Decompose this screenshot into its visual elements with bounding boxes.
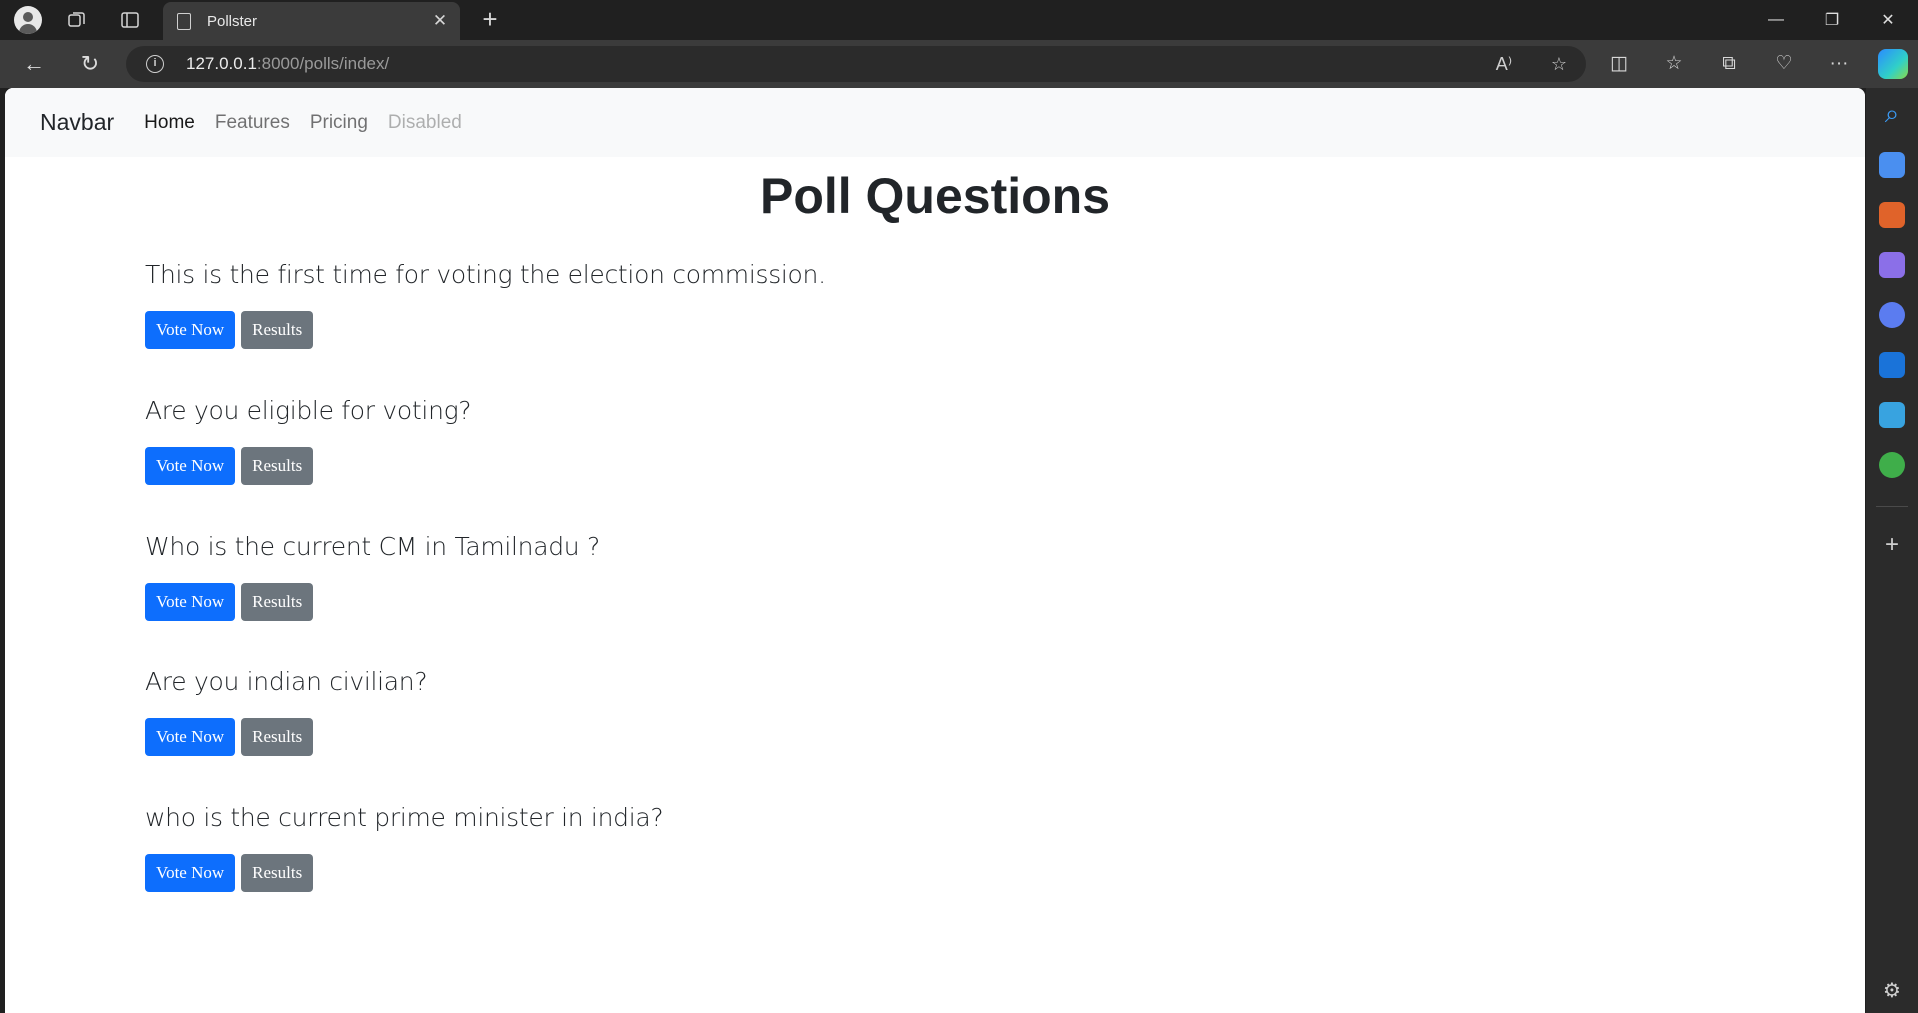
poll-question: Are you eligible for voting? [145,396,472,425]
vote-now-button[interactable]: Vote Now [145,854,236,892]
sidebar-settings-icon[interactable]: ⚙ [1879,978,1905,1004]
collections-icon[interactable]: ⧉ [1715,50,1743,78]
minimize-button[interactable]: — [1748,0,1804,40]
browser-title-bar: Pollster ✕ + — ❐ ✕ [0,0,1918,40]
browser-toolbar: ← ↻ i 127.0.0.1:8000/polls/index/ A⁾ ☆ ◫… [0,40,1918,88]
nav-link-disabled: Disabled [387,111,462,133]
url-path: :8000/polls/index/ [256,54,390,73]
poll-item: who is the current prime minister in ind… [145,803,1045,892]
read-aloud-icon[interactable]: A⁾ [1492,52,1516,76]
tab-title: Pollster [207,12,258,30]
vertical-tabs-icon[interactable] [114,6,146,34]
page-title: Poll Questions [759,168,1111,224]
tools-icon[interactable] [1879,202,1905,228]
url-host: 127.0.0.1 [186,54,257,73]
outlook-icon[interactable] [1879,352,1905,378]
nav-link-features[interactable]: Features [215,112,290,134]
page-viewport: Navbar Home Features Pricing Disabled Po… [5,88,1865,1013]
site-navbar: Navbar Home Features Pricing Disabled [5,88,1865,157]
copilot-app-icon[interactable] [1879,302,1905,328]
results-button[interactable]: Results [241,311,314,349]
copilot-icon[interactable] [1878,49,1908,79]
poll-question: Are you indian civilian? [145,667,428,696]
vote-now-button[interactable]: Vote Now [145,583,236,621]
workspaces-icon[interactable] [61,6,93,34]
sidebar-divider [1876,506,1908,507]
poll-item: Are you eligible for voting? Vote Now Re… [145,396,1045,485]
add-sidebar-app-icon[interactable]: + [1879,532,1905,558]
back-button[interactable]: ← [18,48,50,80]
close-window-button[interactable]: ✕ [1860,0,1916,40]
profile-avatar-icon[interactable] [12,6,44,34]
browser-essentials-icon[interactable]: ♡ [1770,50,1798,78]
send-icon[interactable] [1879,402,1905,428]
poll-question: This is the first time for voting the el… [145,260,826,289]
poll-question: who is the current prime minister in ind… [145,803,664,832]
new-tab-button[interactable]: + [476,6,504,34]
search-icon[interactable]: ⌕ [1879,100,1905,126]
vote-now-button[interactable]: Vote Now [145,311,236,349]
refresh-button[interactable]: ↻ [74,48,106,80]
address-bar[interactable]: i 127.0.0.1:8000/polls/index/ A⁾ ☆ [126,46,1586,82]
poll-item: Who is the current CM in Tamilnadu ? Vot… [145,532,1045,621]
split-screen-icon[interactable]: ◫ [1605,50,1633,78]
poll-item: Are you indian civilian? Vote Now Result… [145,667,1045,756]
tree-icon[interactable] [1879,452,1905,478]
url-text[interactable]: 127.0.0.1:8000/polls/index/ [186,54,389,74]
favorite-star-icon[interactable]: ☆ [1547,52,1571,76]
vote-now-button[interactable]: Vote Now [145,718,236,756]
poll-item: This is the first time for voting the el… [145,260,1045,349]
browser-tab-active[interactable]: Pollster ✕ [163,2,460,40]
restore-button[interactable]: ❐ [1804,0,1860,40]
results-button[interactable]: Results [241,718,314,756]
results-button[interactable]: Results [241,854,314,892]
results-button[interactable]: Results [241,447,314,485]
vote-now-button[interactable]: Vote Now [145,447,236,485]
browser-sidebar: ⌕ + ⚙ [1866,88,1918,1013]
nav-link-pricing[interactable]: Pricing [310,112,368,134]
site-info-icon[interactable]: i [146,55,164,73]
poll-question: Who is the current CM in Tamilnadu ? [145,532,600,561]
nav-link-home[interactable]: Home [144,112,195,134]
shopping-tag-icon[interactable] [1879,152,1905,178]
navbar-brand[interactable]: Navbar [40,109,114,136]
page-document-icon [177,12,191,30]
favorites-icon[interactable]: ☆ [1660,50,1688,78]
more-icon[interactable]: ··· [1825,50,1853,78]
tab-close-icon[interactable]: ✕ [430,11,450,31]
games-icon[interactable] [1879,252,1905,278]
results-button[interactable]: Results [241,583,314,621]
